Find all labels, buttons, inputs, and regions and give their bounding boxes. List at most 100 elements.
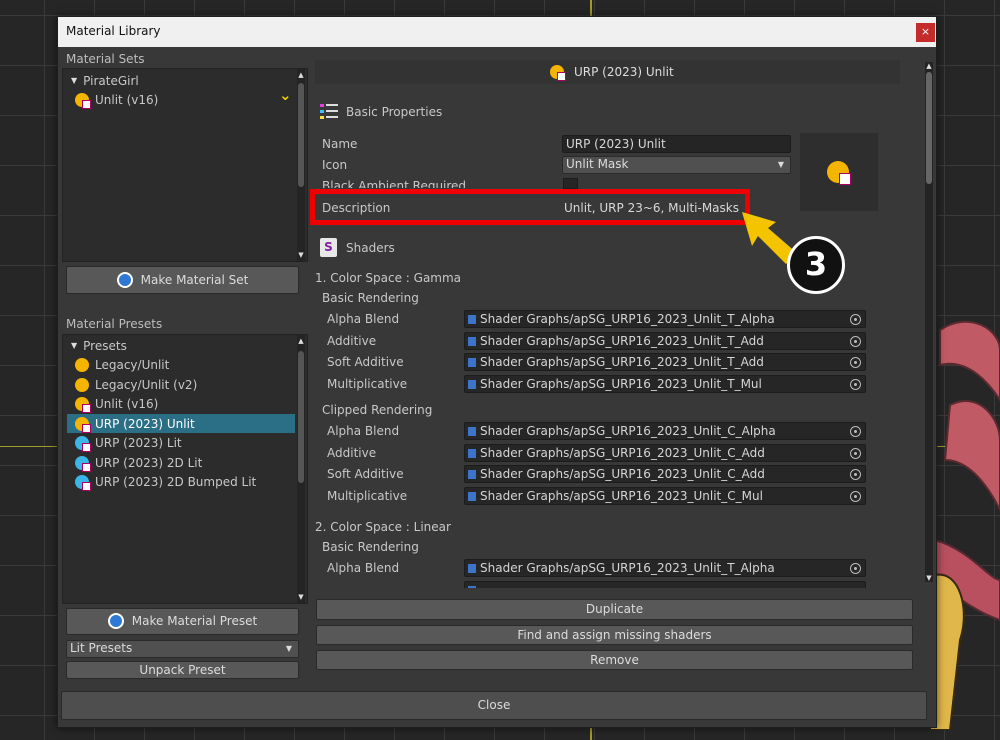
preset-item-urp-2d-bumped-lit[interactable]: URP (2023) 2D Bumped Lit — [67, 472, 295, 491]
unpack-preset-button[interactable]: Unpack Preset — [66, 661, 299, 679]
tree-root-piratgirl[interactable]: ▼ PirateGirl — [67, 71, 295, 90]
material-presets-label: Material Presets — [66, 317, 163, 331]
shader-row-label: Alpha Blend — [327, 561, 400, 575]
shader-field-value: Shader Graphs/apSG_URP16_2023_Unlit_T_Ad… — [480, 334, 764, 348]
sets-scrollbar[interactable]: ▲ ▼ — [297, 69, 305, 261]
character-artwork — [930, 320, 1000, 730]
material-set-item[interactable]: Unlit (v16) ⌄ — [67, 86, 295, 109]
preset-item-label: URP (2023) Lit — [95, 435, 182, 450]
shader-field-partial[interactable] — [464, 581, 866, 588]
shader-field[interactable]: Shader Graphs/apSG_URP16_2023_Unlit_T_Al… — [464, 559, 866, 577]
shader-field[interactable]: Shader Graphs/apSG_URP16_2023_Unlit_C_Ad… — [464, 465, 866, 483]
object-picker-icon[interactable] — [850, 448, 861, 459]
material-set-icon — [116, 272, 133, 288]
window-close-button[interactable]: × — [916, 23, 935, 42]
shader-row-label: Additive — [327, 446, 377, 460]
object-picker-icon[interactable] — [850, 426, 861, 437]
shader-row-label: Soft Additive — [327, 355, 404, 369]
close-button[interactable]: Close — [61, 691, 927, 720]
tree-root-presets[interactable]: ▼ Presets — [67, 336, 295, 355]
preset-item-unlit-v16[interactable]: Unlit (v16) — [67, 394, 295, 413]
shader-asset-icon — [468, 380, 476, 389]
object-picker-icon[interactable] — [850, 379, 861, 390]
name-field[interactable]: URP (2023) Unlit — [562, 135, 791, 153]
lit-presets-value: Lit Presets — [70, 641, 133, 655]
material-presets-tree[interactable]: ▼ Presets Legacy/Unlit Legacy/Unlit (v2)… — [62, 334, 308, 604]
shader-field[interactable]: Shader Graphs/apSG_URP16_2023_Unlit_C_Ad… — [464, 444, 866, 462]
unlit-material-icon — [550, 65, 566, 81]
material-sets-tree[interactable]: ▼ PirateGirl Unlit (v16) ⌄ ▲ ▼ — [62, 68, 308, 262]
window-title: Material Library — [66, 24, 161, 38]
shader-field[interactable]: Shader Graphs/apSG_URP16_2023_Unlit_C_Mu… — [464, 487, 866, 505]
unlit-material-icon — [75, 377, 89, 392]
object-picker-icon[interactable] — [850, 336, 861, 347]
shader-field-value: Shader Graphs/apSG_URP16_2023_Unlit_C_Ad… — [480, 467, 765, 481]
black-ambient-checkbox[interactable] — [563, 178, 578, 189]
icon-dropdown[interactable]: Unlit Mask ▼ — [562, 156, 791, 174]
object-picker-icon[interactable] — [850, 469, 861, 480]
chevron-down-icon: ▼ — [777, 160, 784, 169]
shader-asset-icon — [468, 586, 476, 588]
tree-root-label: PirateGirl — [83, 73, 139, 88]
name-label: Name — [322, 137, 358, 151]
shader-field[interactable]: Shader Graphs/apSG_URP16_2023_Unlit_T_Al… — [464, 310, 866, 328]
chevron-down-icon: ▼ — [285, 644, 292, 653]
duplicate-button[interactable]: Duplicate — [316, 599, 913, 620]
preset-item-legacy-unlit[interactable]: Legacy/Unlit — [67, 355, 295, 374]
object-picker-icon[interactable] — [850, 563, 861, 574]
shader-asset-icon — [468, 449, 476, 458]
material-header-bar: URP (2023) Unlit — [315, 60, 900, 84]
lit-material-icon — [75, 435, 91, 452]
preset-item-label: URP (2023) 2D Bumped Lit — [95, 474, 257, 489]
shader-field-value: Shader Graphs/apSG_URP16_2023_Unlit_C_Mu… — [480, 489, 763, 503]
tree-root-label: Presets — [83, 338, 127, 353]
preset-item-urp-lit[interactable]: URP (2023) Lit — [67, 433, 295, 452]
icon-dropdown-value: Unlit Mask — [566, 157, 629, 171]
lit-presets-dropdown[interactable]: Lit Presets ▼ — [66, 640, 299, 658]
remove-button[interactable]: Remove — [316, 650, 913, 670]
shader-field[interactable]: Shader Graphs/apSG_URP16_2023_Unlit_C_Al… — [464, 422, 866, 440]
unlit-material-icon — [75, 416, 91, 433]
icon-preview — [800, 133, 878, 211]
group-title: 1. Color Space : Gamma — [315, 271, 462, 285]
list-properties-icon — [320, 102, 338, 120]
object-picker-icon[interactable] — [850, 314, 861, 325]
checkmark-icon: ⌄ — [279, 86, 292, 104]
make-material-set-button[interactable]: Make Material Set — [66, 266, 299, 294]
material-preset-icon — [107, 613, 124, 629]
shader-field[interactable]: Shader Graphs/apSG_URP16_2023_Unlit_T_Mu… — [464, 375, 866, 393]
shader-asset-icon — [468, 492, 476, 501]
find-assign-shaders-button[interactable]: Find and assign missing shaders — [316, 625, 913, 645]
shader-asset-icon — [468, 470, 476, 479]
group-title: 2. Color Space : Linear — [315, 520, 451, 534]
step-number-badge: 3 — [787, 236, 845, 294]
shader-field[interactable]: Shader Graphs/apSG_URP16_2023_Unlit_T_Ad… — [464, 353, 866, 371]
section-title: Basic Rendering — [322, 540, 419, 554]
shaders-title: Shaders — [346, 241, 395, 255]
lit-material-icon — [75, 474, 91, 491]
shader-field[interactable]: Shader Graphs/apSG_URP16_2023_Unlit_T_Ad… — [464, 332, 866, 350]
expand-arrow-icon[interactable]: ▼ — [71, 341, 77, 350]
make-material-preset-label: Make Material Preset — [131, 614, 258, 628]
shader-row-label: Soft Additive — [327, 467, 404, 481]
unlit-material-icon — [827, 161, 851, 185]
preset-item-urp-2d-lit[interactable]: URP (2023) 2D Lit — [67, 453, 295, 472]
section-title: Basic Rendering — [322, 291, 419, 305]
shader-field-value: Shader Graphs/apSG_URP16_2023_Unlit_C_Ad… — [480, 446, 765, 460]
expand-arrow-icon[interactable]: ▼ — [71, 76, 77, 85]
preset-item-label: Legacy/Unlit — [95, 357, 170, 372]
shader-field-value: Shader Graphs/apSG_URP16_2023_Unlit_T_Al… — [480, 312, 775, 326]
make-material-preset-button[interactable]: Make Material Preset — [66, 608, 299, 635]
make-material-set-label: Make Material Set — [140, 273, 249, 287]
window-titlebar[interactable]: Material Library × — [58, 17, 936, 47]
properties-scrollbar[interactable]: ▲ ▼ — [925, 62, 933, 582]
shader-row-label: Alpha Blend — [327, 424, 400, 438]
object-picker-icon[interactable] — [850, 357, 861, 368]
basic-properties-title: Basic Properties — [346, 105, 443, 119]
shader-list: 1. Color Space : Gamma Basic Rendering A… — [310, 266, 922, 588]
presets-scrollbar[interactable]: ▲ ▼ — [297, 335, 305, 603]
object-picker-icon[interactable] — [850, 491, 861, 502]
preset-item-urp-unlit[interactable]: URP (2023) Unlit — [67, 414, 295, 433]
preset-item-legacy-unlit-v2[interactable]: Legacy/Unlit (v2) — [67, 375, 295, 394]
shader-field-value: Shader Graphs/apSG_URP16_2023_Unlit_T_Mu… — [480, 377, 762, 391]
